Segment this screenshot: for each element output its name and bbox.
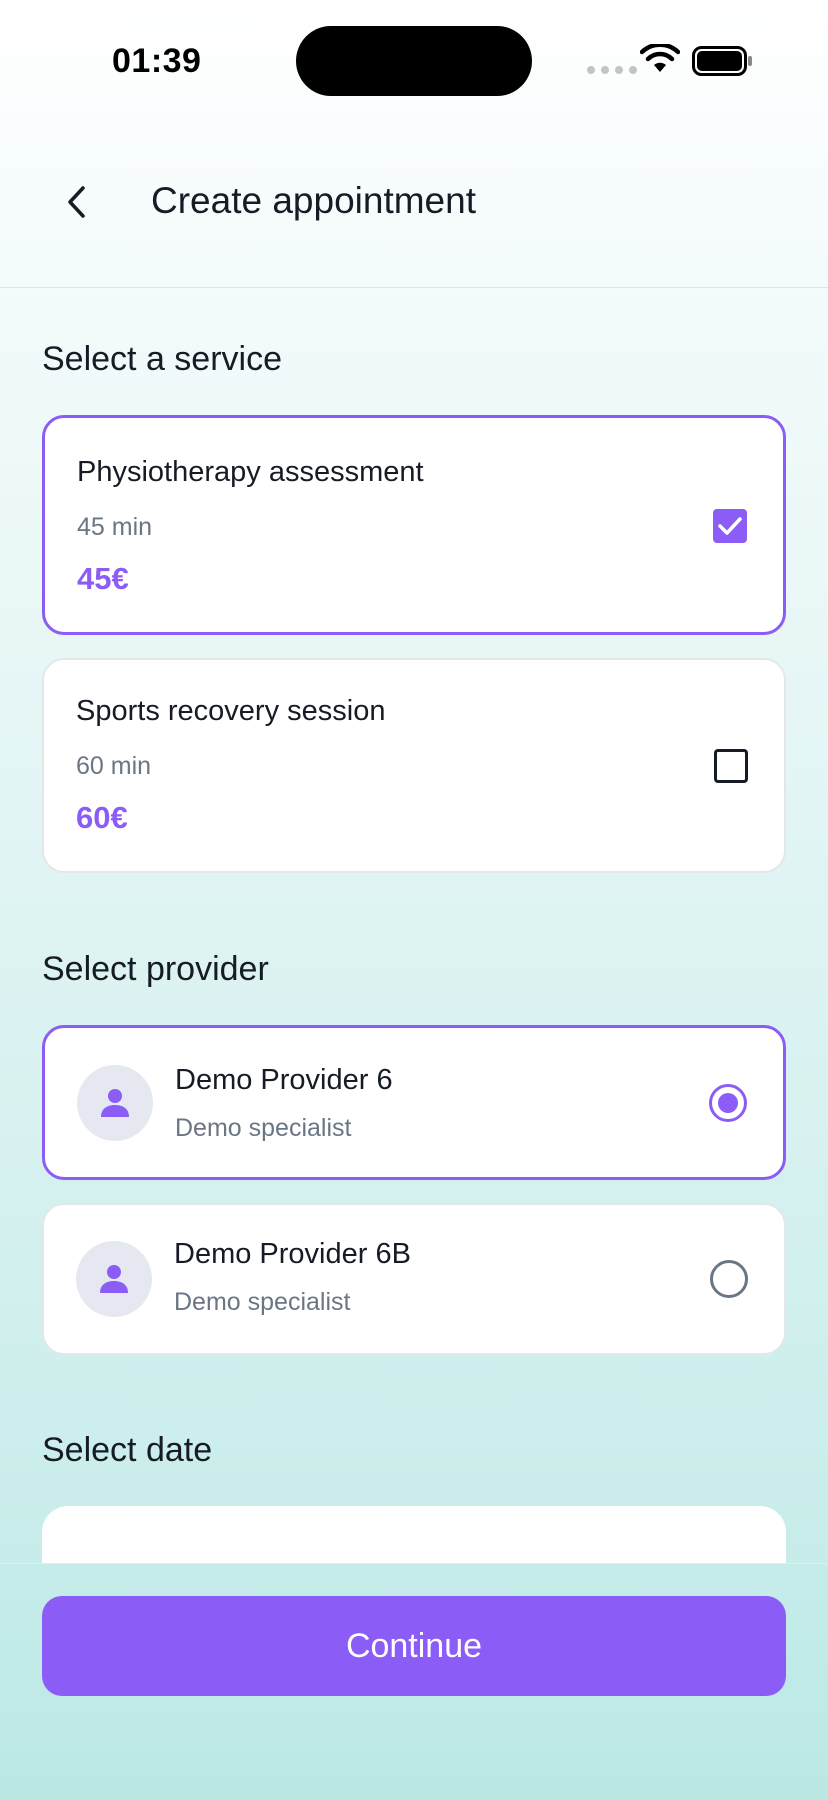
provider-name: Demo Provider 6B <box>174 1238 411 1270</box>
avatar <box>77 1065 153 1141</box>
back-button[interactable] <box>56 182 96 222</box>
provider-role: Demo specialist <box>174 1288 351 1316</box>
service-card-physiotherapy[interactable]: Physiotherapy assessment 45 min 45€ <box>42 415 786 635</box>
provider-card-demo-provider-6b[interactable]: Demo Provider 6B Demo specialist <box>42 1203 786 1355</box>
dynamic-island <box>296 26 532 96</box>
service-name: Sports recovery session <box>76 695 386 727</box>
service-checkbox[interactable] <box>714 749 748 783</box>
chevron-left-icon <box>68 186 85 218</box>
bottom-action-bar: Continue <box>0 1563 828 1800</box>
wifi-icon <box>640 44 680 72</box>
provider-card-demo-provider-6[interactable]: Demo Provider 6 Demo specialist <box>42 1025 786 1180</box>
provider-role: Demo specialist <box>175 1114 352 1142</box>
check-icon <box>718 517 742 535</box>
service-section-title: Select a service <box>42 340 282 378</box>
page-title: Create appointment <box>151 180 476 221</box>
service-duration: 45 min <box>77 513 153 541</box>
service-name: Physiotherapy assessment <box>77 456 424 488</box>
user-icon <box>100 1265 128 1293</box>
user-icon <box>101 1089 129 1117</box>
avatar <box>76 1241 152 1317</box>
continue-button[interactable]: Continue <box>42 1596 786 1696</box>
service-duration: 60 min <box>76 752 152 780</box>
signal-icon <box>587 66 637 74</box>
provider-section-title: Select provider <box>42 950 269 988</box>
provider-radio[interactable] <box>709 1084 747 1122</box>
service-price: 45€ <box>77 561 129 596</box>
status-time: 01:39 <box>112 42 202 80</box>
battery-icon <box>692 46 752 76</box>
service-checkbox[interactable] <box>713 509 747 543</box>
service-card-sports-recovery[interactable]: Sports recovery session 60 min 60€ <box>42 658 786 873</box>
date-section-title: Select date <box>42 1431 213 1469</box>
provider-name: Demo Provider 6 <box>175 1064 393 1096</box>
provider-radio[interactable] <box>710 1260 748 1298</box>
service-price: 60€ <box>76 800 128 835</box>
top-app-bar: Create appointment <box>0 120 828 288</box>
status-bar: 01:39 <box>0 0 828 120</box>
